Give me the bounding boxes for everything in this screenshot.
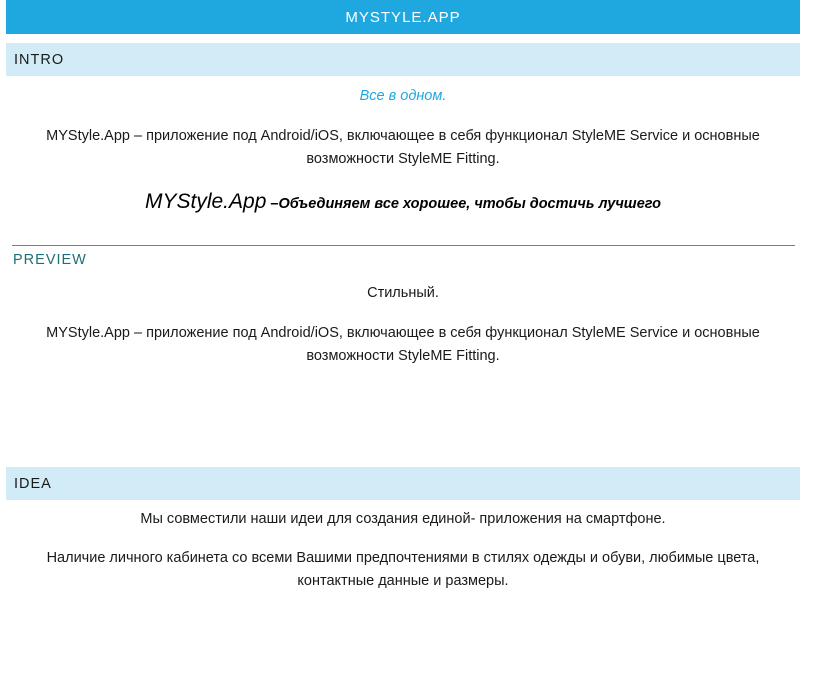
preview-tagline: Стильный. xyxy=(367,285,439,301)
idea-line-2: Наличие личного кабинета со всеми Вашими… xyxy=(46,550,760,589)
section-divider xyxy=(12,245,795,246)
section-header-idea: IDEA xyxy=(6,467,800,500)
slogan-tail: –Объединяем все хорошее, чтобы достичь л… xyxy=(266,196,661,212)
section-title-intro: INTRO xyxy=(14,51,65,68)
app-title: MYSTYLE.APP xyxy=(345,8,461,26)
idea-line-1: Мы совместили наши идеи для создания еди… xyxy=(140,511,666,527)
intro-slogan: MYStyle.App –Объединяем все хорошее, что… xyxy=(6,190,800,214)
preview-description: MYStyle.App – приложение под Android/iOS… xyxy=(46,325,760,364)
section-title-preview: PREVIEW xyxy=(13,252,87,268)
slogan-brand: MYStyle.App xyxy=(144,190,267,213)
intro-description: MYStyle.App – приложение под Android/iOS… xyxy=(46,128,760,167)
intro-tagline: Все в одном. xyxy=(359,88,447,104)
section-header-intro: INTRO xyxy=(6,43,800,76)
section-title-idea: IDEA xyxy=(14,475,52,492)
app-title-bar: MYSTYLE.APP xyxy=(6,0,800,34)
